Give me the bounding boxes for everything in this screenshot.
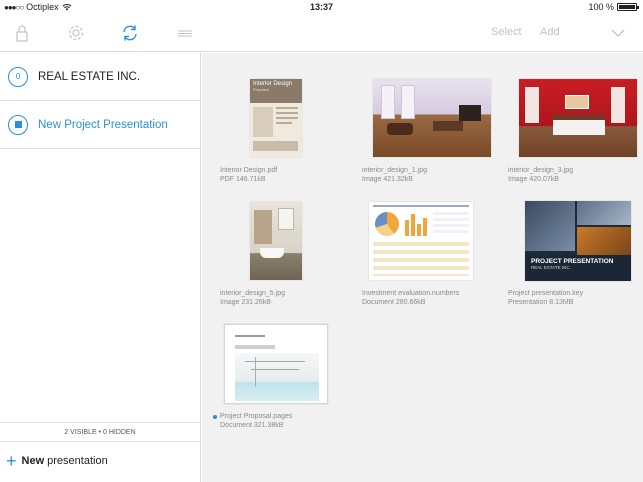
battery-fill bbox=[619, 5, 635, 9]
clock: 13:37 bbox=[309, 2, 334, 12]
file-name: Project presentation.key bbox=[508, 290, 584, 297]
count-badge: 0 bbox=[8, 66, 28, 87]
file-info: Image 420.07kB bbox=[508, 176, 559, 183]
file-info: Image 231.26kB bbox=[220, 299, 271, 306]
spreadsheet-thumbnail bbox=[369, 201, 473, 280]
sidebar-item-label: New Project Presentation bbox=[38, 118, 168, 131]
file-grid: Interior Design Proposal Interior Design… bbox=[202, 53, 643, 482]
plus-icon: + bbox=[6, 451, 17, 471]
file-name: Interior Design.pdf bbox=[220, 167, 278, 174]
sidebar: 0 REAL ESTATE INC. New Project Presentat… bbox=[0, 53, 201, 482]
status-bar: ●●●○○ Octiplex 13:37 100 % bbox=[0, 0, 643, 14]
file-item[interactable]: Interior Design Proposal Interior Design… bbox=[220, 75, 360, 184]
file-item[interactable]: interior_design_5.jpg Image 231.26kB bbox=[220, 198, 360, 307]
keynote-thumbnail: PROJECT PRESENTATION REAL ESTATE INC. bbox=[525, 200, 631, 281]
thumb-title: PROJECT PRESENTATION bbox=[531, 257, 614, 265]
gear-icon[interactable] bbox=[66, 23, 86, 43]
new-indicator-dot bbox=[213, 415, 217, 419]
file-info: PDF 146.71kB bbox=[220, 176, 266, 183]
lock-icon[interactable] bbox=[12, 23, 32, 43]
pdf-thumbnail: Interior Design Proposal bbox=[250, 78, 302, 157]
file-item[interactable]: interior_design_1.jpg Image 421.32kB bbox=[362, 75, 502, 184]
toolbar: Select Add bbox=[0, 14, 643, 52]
menu-icon[interactable] bbox=[175, 23, 195, 43]
file-info: Image 421.32kB bbox=[362, 176, 413, 183]
file-name: interior_design_1.jpg bbox=[362, 167, 427, 174]
sync-icon[interactable] bbox=[120, 23, 140, 43]
file-item[interactable]: Investment evaluation.numbers Document 2… bbox=[362, 198, 502, 307]
thumb-subtitle: REAL ESTATE INC. bbox=[531, 264, 571, 270]
file-info: Document 321.38kB bbox=[220, 422, 284, 429]
battery-icon bbox=[617, 3, 639, 11]
visibility-counter: 2 VISIBLE • 0 HIDDEN bbox=[0, 422, 200, 442]
file-name: interior_design_3.jpg bbox=[508, 167, 573, 174]
new-presentation-button[interactable]: + New presentation bbox=[6, 452, 108, 470]
file-item[interactable]: Project Proposal.pages Document 321.38kB bbox=[213, 321, 360, 430]
file-name: interior_design_5.jpg bbox=[220, 290, 285, 297]
file-info: Presentation 8.13MB bbox=[508, 299, 574, 306]
file-name: Project Proposal.pages bbox=[220, 413, 293, 420]
file-name: Investment evaluation.numbers bbox=[362, 290, 460, 297]
sidebar-item-new-project-presentation[interactable]: New Project Presentation bbox=[0, 101, 200, 149]
add-button[interactable]: Add bbox=[540, 26, 560, 38]
sidebar-item-real-estate[interactable]: 0 REAL ESTATE INC. bbox=[0, 53, 200, 101]
battery-group: 100 % bbox=[588, 2, 639, 12]
file-info: Document 280.66kB bbox=[362, 299, 426, 306]
new-presentation-bold: New bbox=[21, 455, 45, 467]
thumb-subtitle: Proposal bbox=[253, 86, 269, 92]
sidebar-item-label: REAL ESTATE INC. bbox=[38, 70, 141, 83]
file-item[interactable]: interior_design_3.jpg Image 420.07kB bbox=[508, 75, 643, 184]
pages-thumbnail bbox=[224, 323, 328, 404]
image-thumbnail bbox=[373, 78, 491, 157]
file-item[interactable]: PROJECT PRESENTATION REAL ESTATE INC. Pr… bbox=[508, 198, 643, 307]
image-thumbnail bbox=[250, 201, 302, 280]
chevron-down-icon[interactable] bbox=[608, 23, 628, 43]
new-presentation-label: presentation bbox=[47, 455, 108, 467]
battery-percentage: 100 % bbox=[588, 2, 614, 12]
image-thumbnail bbox=[519, 78, 637, 157]
select-button[interactable]: Select bbox=[491, 26, 522, 38]
stop-icon bbox=[8, 114, 28, 135]
